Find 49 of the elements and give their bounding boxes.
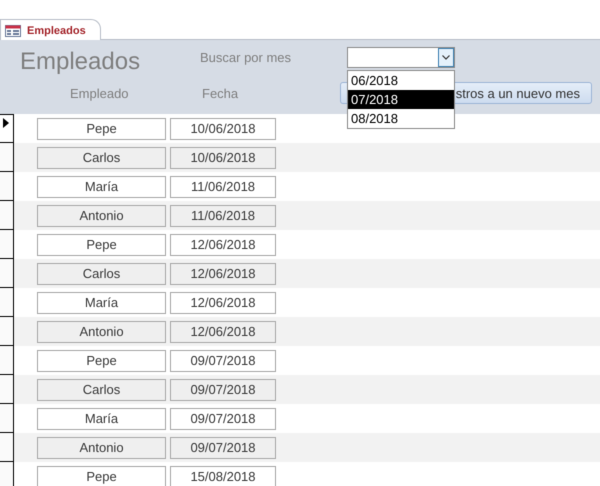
record-selector[interactable] xyxy=(0,143,14,172)
employee-field[interactable]: Antonio xyxy=(37,436,166,458)
employee-field[interactable]: Carlos xyxy=(37,378,166,400)
search-label: Buscar por mes xyxy=(200,49,292,67)
date-field[interactable]: 09/07/2018 xyxy=(170,350,276,372)
employee-field[interactable]: Antonio xyxy=(37,204,166,226)
employee-field[interactable]: Carlos xyxy=(37,146,166,168)
date-field[interactable]: 15/08/2018 xyxy=(170,466,276,486)
dropdown-option[interactable]: 07/2018 xyxy=(348,90,454,109)
employee-field[interactable]: Pepe xyxy=(37,466,166,486)
form-icon xyxy=(5,24,21,36)
employee-field[interactable]: María xyxy=(37,408,166,430)
record-selector[interactable] xyxy=(0,230,14,259)
employee-field[interactable]: Pepe xyxy=(37,234,166,256)
record-selector[interactable] xyxy=(0,462,14,486)
form-tab[interactable]: Empleados xyxy=(0,19,101,41)
employee-field[interactable]: Carlos xyxy=(37,262,166,284)
record-selector[interactable] xyxy=(0,201,14,230)
date-field[interactable]: 12/06/2018 xyxy=(170,292,276,314)
date-field[interactable]: 12/06/2018 xyxy=(170,262,276,284)
record-selector[interactable] xyxy=(0,346,14,375)
date-field[interactable]: 10/06/2018 xyxy=(170,118,276,140)
employee-field[interactable]: María xyxy=(37,176,166,198)
record-selector[interactable] xyxy=(0,172,14,201)
column-header: Fecha xyxy=(201,85,240,103)
record-selector[interactable] xyxy=(0,317,14,346)
current-record-icon xyxy=(3,118,9,128)
record-selector[interactable] xyxy=(0,433,14,462)
date-field[interactable]: 12/06/2018 xyxy=(170,234,276,256)
record-selector[interactable] xyxy=(0,375,14,404)
month-combo-box[interactable] xyxy=(347,47,455,68)
employee-field[interactable]: Antonio xyxy=(37,320,166,342)
employee-field[interactable]: Pepe xyxy=(37,350,166,372)
dropdown-option[interactable]: 08/2018 xyxy=(348,109,454,128)
date-field[interactable]: 10/06/2018 xyxy=(170,146,276,168)
form-title: Empleados xyxy=(20,47,142,77)
employee-field[interactable]: María xyxy=(37,292,166,314)
date-field[interactable]: 09/07/2018 xyxy=(170,408,276,430)
record-selector[interactable] xyxy=(0,404,14,433)
date-field[interactable]: 11/06/2018 xyxy=(170,176,276,198)
employee-field[interactable]: Pepe xyxy=(37,118,166,140)
record-selector[interactable] xyxy=(0,114,14,143)
date-field[interactable]: 12/06/2018 xyxy=(170,320,276,342)
record-selector[interactable] xyxy=(0,288,14,317)
record-selector[interactable] xyxy=(0,259,14,288)
date-field[interactable]: 09/07/2018 xyxy=(170,378,276,400)
column-header: Empleado xyxy=(69,85,130,103)
date-field[interactable]: 09/07/2018 xyxy=(170,436,276,458)
date-field[interactable]: 11/06/2018 xyxy=(170,204,276,226)
